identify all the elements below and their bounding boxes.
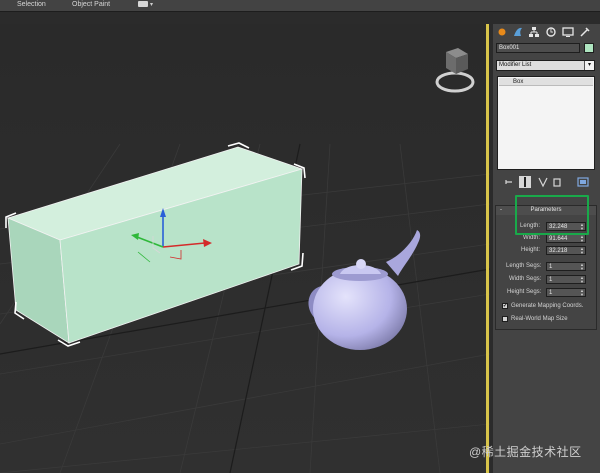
hierarchy-icon[interactable]	[528, 26, 540, 38]
stack-item-box[interactable]: Box	[499, 78, 593, 86]
dimension-highlight-box	[515, 195, 589, 235]
make-unique-icon[interactable]	[537, 176, 549, 188]
height-segs-label: Height Segs:	[507, 289, 542, 295]
layer-dropdown-icon[interactable]	[138, 1, 148, 7]
real-world-map-checkbox[interactable]	[502, 316, 508, 322]
chevron-down-icon[interactable]: ▾	[584, 61, 594, 70]
command-panel-tabs	[493, 24, 600, 40]
menu-selection[interactable]: Selection	[17, 1, 46, 8]
generate-mapping-checkbox[interactable]: ✔	[502, 303, 508, 309]
object-name-field[interactable]: Box001	[496, 43, 580, 53]
command-panel: Box001 Modifier List ▾ Box - Parameters …	[493, 24, 600, 473]
width-spinner[interactable]: 91.644 ▲ ▼	[546, 234, 586, 243]
modifier-list-dropdown[interactable]: Modifier List ▾	[496, 60, 595, 71]
spinner-arrows-icon[interactable]: ▲ ▼	[580, 276, 584, 284]
width-segs-label: Width Segs:	[509, 276, 542, 282]
length-segs-label: Length Segs:	[506, 263, 542, 269]
height-segs-spinner[interactable]: 1 ▲ ▼	[546, 288, 586, 297]
menu-bar: Selection Object Paint ▾	[0, 0, 600, 12]
collapse-icon[interactable]: -	[500, 206, 502, 215]
height-label: Height:	[521, 247, 541, 253]
modifier-stack[interactable]: Box	[497, 76, 595, 170]
pin-stack-icon[interactable]	[503, 176, 515, 188]
spinner-arrows-icon[interactable]: ▲ ▼	[580, 247, 584, 255]
height-spinner[interactable]: 32.218 ▲ ▼	[546, 246, 586, 255]
active-viewport-border	[486, 24, 489, 473]
generate-mapping-label: Generate Mapping Coords.	[511, 303, 584, 309]
create-icon[interactable]	[496, 26, 508, 38]
width-label: Width:	[523, 235, 541, 241]
stack-toolbar	[497, 176, 595, 190]
modifier-list-label: Modifier List	[499, 62, 532, 68]
remove-modifier-icon[interactable]	[551, 176, 563, 188]
watermark: @稀土掘金技术社区	[469, 445, 582, 459]
real-world-map-label: Real-World Map Size	[511, 316, 568, 322]
configure-sets-icon[interactable]	[577, 176, 589, 188]
menu-object-paint[interactable]: Object Paint	[72, 1, 110, 8]
spinner-arrows-icon[interactable]: ▲ ▼	[580, 235, 584, 243]
chevron-down-icon[interactable]: ▾	[150, 1, 153, 8]
display-icon[interactable]	[562, 26, 574, 38]
utilities-icon[interactable]	[579, 26, 591, 38]
object-color-swatch[interactable]	[584, 43, 594, 53]
width-segs-spinner[interactable]: 1 ▲ ▼	[546, 275, 586, 284]
modify-icon[interactable]	[512, 26, 524, 38]
spinner-arrows-icon[interactable]: ▲ ▼	[580, 263, 584, 271]
spinner-arrows-icon[interactable]: ▲ ▼	[580, 289, 584, 297]
show-end-result-icon[interactable]	[519, 176, 531, 188]
length-segs-spinner[interactable]: 1 ▲ ▼	[546, 262, 586, 271]
motion-icon[interactable]	[545, 26, 557, 38]
perspective-viewport[interactable]	[0, 24, 490, 473]
